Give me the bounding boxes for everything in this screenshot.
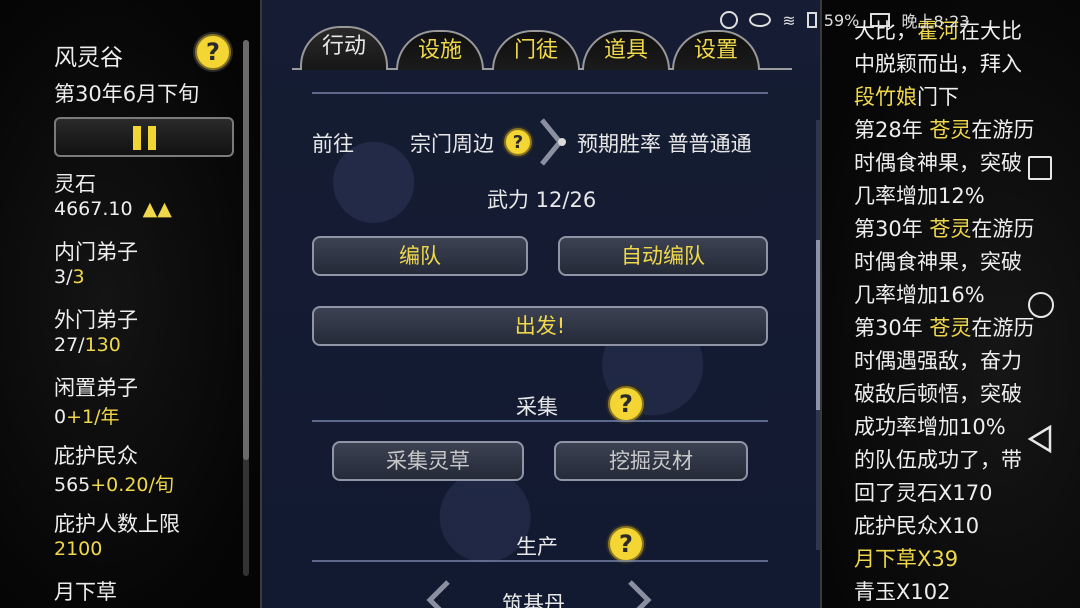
stat-label: 内门弟子 <box>54 240 138 264</box>
eye-icon <box>749 13 772 27</box>
log-line: 中脱颖而出，拜入 <box>854 52 1022 76</box>
tab-bar: 行动 设施 门徒 道具 设置 <box>292 20 792 78</box>
depart-button[interactable]: 出发! <box>312 306 768 346</box>
sect-name: 风灵谷 <box>54 45 123 71</box>
tab-action[interactable]: 行动 <box>300 26 388 70</box>
log-line: 回了灵石X170 <box>854 481 993 505</box>
location-selector[interactable]: 宗门周边 <box>410 128 494 158</box>
left-scrollbar[interactable] <box>243 40 249 576</box>
produce-section-title: 生产 <box>516 535 558 559</box>
bottom-item-label: 筑基丹 <box>502 592 565 608</box>
log-line: 时偶食神果，突破 <box>854 250 1022 274</box>
log-line: 段竹娘门下 <box>854 85 959 109</box>
stat-value: 2100 <box>54 538 103 560</box>
log-line: 庇护民众X10 <box>854 514 980 538</box>
alarm-icon <box>720 11 738 29</box>
log-line: 月下草X39 <box>854 547 959 571</box>
tab-settings[interactable]: 设置 <box>672 30 760 70</box>
section-divider <box>312 420 768 422</box>
gather-herb-button[interactable]: 采集灵草 <box>332 441 524 481</box>
next-location-arrow-icon[interactable] <box>538 116 568 168</box>
screen-icon <box>870 13 891 27</box>
tab-facilities[interactable]: 设施 <box>396 30 484 70</box>
auto-team-button[interactable]: 自动编队 <box>558 236 768 276</box>
wifi-icon: ≋ <box>782 10 796 30</box>
stat-value: 27/130 <box>54 334 121 356</box>
back-triangle-icon[interactable] <box>1026 424 1054 454</box>
square-icon[interactable] <box>1028 156 1052 180</box>
stat-value: 565+0.20/旬 <box>54 474 174 496</box>
dig-material-button[interactable]: 挖掘灵材 <box>554 441 748 481</box>
help-icon[interactable]: ? <box>195 34 231 70</box>
clock-time: 晚上8:23 <box>901 12 970 31</box>
help-icon[interactable]: ? <box>504 128 532 156</box>
log-line: 几率增加12% <box>854 184 985 208</box>
gather-section-title: 采集 <box>516 395 558 419</box>
action-panel: 行动 设施 门徒 道具 设置 前往 宗门周边 ? 预期胜率 普普通通 武力 12… <box>262 0 820 608</box>
system-status-bar: ≋ 59% 晚上8:23 <box>720 8 1080 34</box>
log-line: 破敌后顿悟，突破 <box>854 382 1022 406</box>
trend-up-icon: ▲▲ <box>142 198 172 220</box>
force-text: 武力 12/26 <box>487 188 597 212</box>
win-rate-text: 预期胜率 普普通通 <box>577 132 752 156</box>
tab-items[interactable]: 道具 <box>582 30 670 70</box>
current-date: 第30年6月下旬 <box>54 82 200 106</box>
log-line: 青玉X102 <box>854 580 951 604</box>
tab-disciples[interactable]: 门徒 <box>492 30 580 70</box>
section-divider <box>312 92 768 94</box>
help-icon[interactable]: ? <box>608 526 644 562</box>
circle-icon[interactable] <box>1028 292 1054 318</box>
log-line: 时偶遇强敌，奋力 <box>854 349 1022 373</box>
stat-label: 灵石 <box>54 172 96 196</box>
stat-label: 庇护人数上限 <box>54 512 180 536</box>
section-divider <box>312 560 768 562</box>
stat-value: 0+1/年 <box>54 406 120 428</box>
prev-item-arrow-icon[interactable] <box>422 580 452 608</box>
stat-label: 月下草 <box>54 580 117 604</box>
stat-value: 4667.10 ▲▲ <box>54 198 172 220</box>
next-item-arrow-icon[interactable] <box>626 580 656 608</box>
stat-label: 外门弟子 <box>54 308 138 332</box>
stat-value: 3/3 <box>54 266 85 288</box>
log-line: 第28年 苍灵在游历 <box>854 118 1035 142</box>
stat-label: 庇护民众 <box>54 444 138 468</box>
stat-label: 闲置弟子 <box>54 376 138 400</box>
sect-status-panel: 风灵谷 ? 第30年6月下旬 灵石 4667.10 ▲▲ 内门弟子 3/3 外门弟子 27/… <box>0 0 262 608</box>
goto-label: 前往 <box>312 132 354 156</box>
battery-icon <box>806 12 817 28</box>
pause-button[interactable] <box>54 117 234 157</box>
battery-level: 59% <box>823 10 860 30</box>
pause-icon <box>56 119 232 155</box>
help-icon[interactable]: ? <box>608 386 644 422</box>
log-line: 第30年 苍灵在游历 <box>854 217 1035 241</box>
team-button[interactable]: 编队 <box>312 236 528 276</box>
